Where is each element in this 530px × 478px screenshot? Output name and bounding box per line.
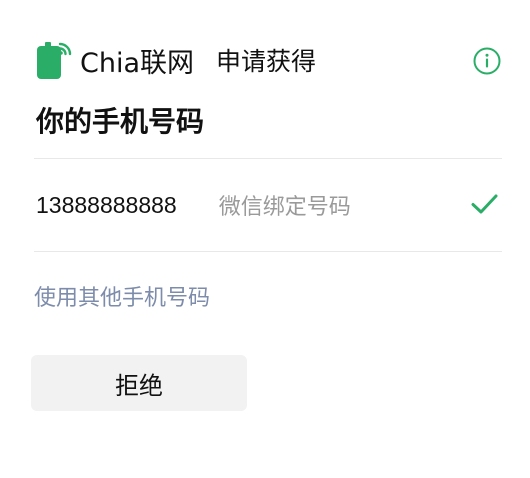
app-name: Chia联网 (80, 47, 195, 79)
divider-top (34, 158, 502, 159)
check-icon (470, 190, 498, 218)
request-text: 申请获得 (216, 47, 317, 76)
reject-button[interactable]: 拒绝 (31, 355, 247, 411)
phone-number: 13888888888 (36, 191, 177, 218)
phone-description: 微信绑定号码 (218, 195, 351, 220)
use-other-number-link[interactable]: 使用其他手机号码 (34, 280, 210, 312)
phone-option-row[interactable]: 13888888888 微信绑定号码 (34, 160, 502, 250)
info-icon[interactable] (472, 46, 502, 76)
permission-header: Chia联网 申请获得 (36, 38, 502, 82)
divider-bottom (34, 251, 502, 252)
phone-signal-icon (36, 40, 72, 80)
page-title: 你的手机号码 (36, 105, 205, 138)
